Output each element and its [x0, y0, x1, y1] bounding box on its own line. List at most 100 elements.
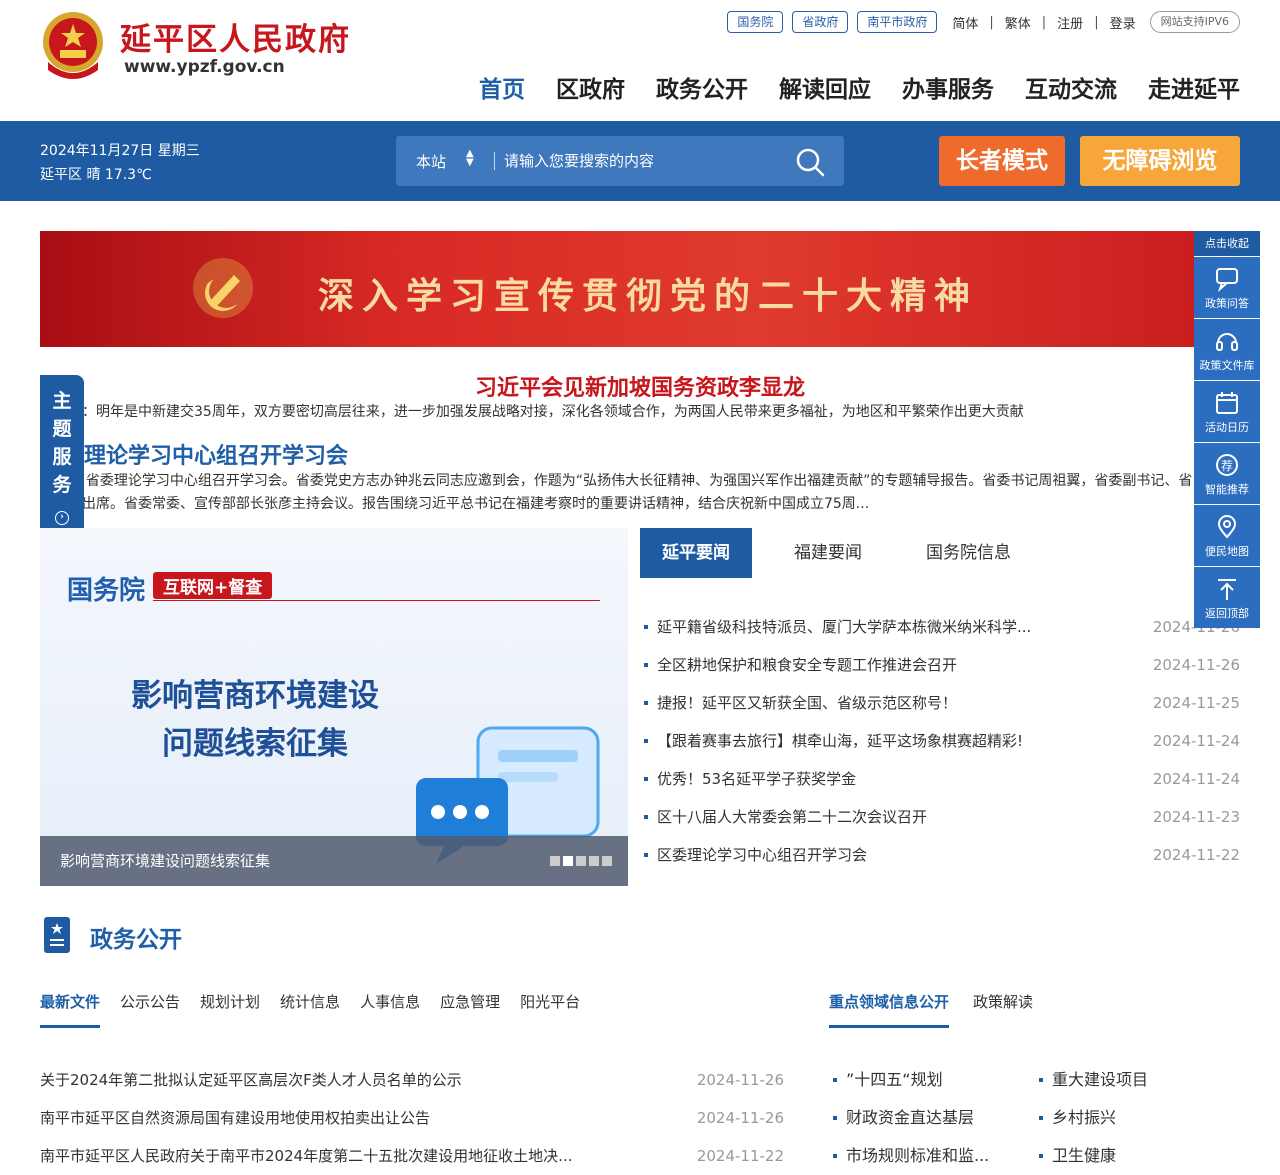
tab-statistics[interactable]: 统计信息 — [280, 990, 340, 1028]
nav-district-gov[interactable]: 区政府 — [556, 70, 625, 104]
slider-dot[interactable] — [602, 856, 612, 866]
search-input[interactable] — [504, 148, 784, 174]
news-date: 2024-11-24 — [1152, 732, 1240, 750]
policy-qa-label: 政策问答 — [1205, 297, 1249, 310]
list-item[interactable]: 延平籍省级科技特派员、厦门大学萨本栋微米纳米科学...2024-11-26 — [640, 608, 1240, 646]
activity-calendar-button[interactable]: 活动日历 — [1194, 380, 1260, 442]
doc-title[interactable]: 南平市延平区自然资源局国有建设用地使用权拍卖出让公告 — [40, 1099, 610, 1137]
news-title[interactable]: 【跟着赛事去旅行】棋牵山海，延平这场象棋赛超精彩! — [657, 722, 1077, 760]
slider-dot[interactable] — [576, 856, 586, 866]
news-title[interactable]: 优秀！53名延平学子获奖学金 — [657, 760, 1077, 798]
tab-latest-docs[interactable]: 最新文件 — [40, 990, 101, 1028]
headline-primary[interactable]: 习近平会见新加坡国务资政李显龙 — [0, 370, 1280, 402]
doc-title[interactable]: 南平市延平区人民政府关于南平市2024年度第二十五批次建设用地征收土地决... — [40, 1137, 610, 1175]
headline-secondary-summary: 25日，省委理论学习中心组召开学习会。省委党史方志办钟兆云同志应邀到会，作题为“… — [40, 473, 1193, 512]
doc-title[interactable]: 关于2024年第二批拟认定延平区高层次F类人才人员名单的公示 — [40, 1061, 610, 1099]
ipv6-badge: 网站支持IPV6 — [1149, 11, 1240, 33]
list-item[interactable]: 全区耕地保护和粮食安全专题工作推进会召开 2024-11-26 — [640, 646, 1240, 684]
image-slider[interactable]: 国务院 互联网+督查 影响营商环境建设 问题线索征集 影响营商环境建设问题线索征… — [40, 528, 628, 886]
tab-state-council-info[interactable]: 国务院信息 — [926, 528, 1011, 578]
map-pin-icon — [1217, 515, 1237, 539]
link-simplified[interactable]: 简体 — [952, 13, 978, 32]
list-item[interactable]: 捷报！延平区又斩获全国、省级示范区称号！ 2024-11-25 — [640, 684, 1240, 722]
nav-gov-affairs[interactable]: 政务公开 — [656, 70, 748, 104]
tab-announcements[interactable]: 公示公告 — [120, 990, 180, 1028]
list-item[interactable]: 南平市延平区自然资源局国有建设用地使用权拍卖出让公告 2024-11-26 — [40, 1099, 784, 1137]
slider-dot[interactable] — [550, 856, 560, 866]
tab-sunshine-platform[interactable]: 阳光平台 — [520, 990, 580, 1028]
key-area-link[interactable]: ”十四五“规划 — [829, 1061, 943, 1099]
main-nav: 首页 区政府 政务公开 解读回应 办事服务 互动交流 走进延平 — [448, 70, 1240, 104]
news-title[interactable]: 延平籍省级科技特派员、厦门大学萨本栋微米纳米科学... — [657, 608, 1077, 646]
party-emblem-icon — [193, 258, 253, 318]
headline-secondary[interactable]: 省委理论学习中心组召开学习会 — [40, 438, 348, 470]
list-item[interactable]: 区十八届人大常委会第二十二次会议召开 2024-11-23 — [640, 798, 1240, 836]
key-area-link[interactable]: 卫生健康 — [1035, 1137, 1116, 1175]
search-icon[interactable] — [794, 146, 826, 178]
tab-personnel[interactable]: 人事信息 — [360, 990, 420, 1028]
link-register[interactable]: 注册 — [1057, 13, 1083, 32]
recommend-icon: 荐 — [1216, 454, 1238, 476]
policy-library-button[interactable]: 政策文件库 — [1194, 318, 1260, 380]
banner-text: 深入学习宣传贯彻党的二十大精神 — [318, 275, 979, 317]
top-links: 国务院 省政府 南平市政府 简体 | 繁体 | 注册 | 登录 网站支持IPV6 — [727, 10, 1240, 34]
tab-plans[interactable]: 规划计划 — [200, 990, 260, 1028]
tab-policy-interpretation[interactable]: 政策解读 — [973, 990, 1033, 1028]
site-title[interactable]: 延平区人民政府 — [120, 14, 351, 59]
back-to-top-button[interactable]: 返回顶部 — [1194, 566, 1260, 628]
date-weather: 2024年11月27日 星期三 延平区 晴 17.3℃ — [40, 139, 200, 187]
tab-fujian-news[interactable]: 福建要闻 — [794, 528, 862, 578]
link-guowuyuan[interactable]: 国务院 — [727, 11, 784, 33]
list-item[interactable]: 关于2024年第二批拟认定延平区高层次F类人才人员名单的公示 2024-11-26 — [40, 1061, 784, 1099]
news-date: 2024-11-26 — [1152, 656, 1240, 674]
nav-about-yanping[interactable]: 走进延平 — [1148, 70, 1240, 104]
key-area-link[interactable]: 乡村振兴 — [1035, 1099, 1116, 1137]
link-login[interactable]: 登录 — [1110, 13, 1136, 32]
list-item[interactable]: 区委理论学习中心组召开学习会 2024-11-22 — [640, 836, 1240, 874]
tab-key-areas[interactable]: 重点领域信息公开 — [829, 990, 950, 1028]
elder-mode-button[interactable]: 长者模式 — [939, 136, 1065, 186]
news-title[interactable]: 全区耕地保护和粮食安全专题工作推进会召开 — [657, 646, 1077, 684]
slider-dot[interactable] — [589, 856, 599, 866]
list-item[interactable]: 南平市延平区人民政府关于南平市2024年度第二十五批次建设用地征收土地决... 2… — [40, 1137, 784, 1175]
key-area-link[interactable]: 市场规则标准和监... — [829, 1137, 989, 1175]
bullet — [644, 625, 648, 629]
slider-dot-active[interactable] — [563, 856, 573, 866]
list-item[interactable]: 【跟着赛事去旅行】棋牵山海，延平这场象棋赛超精彩! 2024-11-24 — [640, 722, 1240, 760]
list-item[interactable]: 优秀！53名延平学子获奖学金 2024-11-24 — [640, 760, 1240, 798]
doc-date: 2024-11-26 — [696, 1109, 784, 1127]
site-domain: www.ypzf.gov.cn — [124, 57, 285, 77]
section-title[interactable]: 政务公开 — [90, 920, 182, 954]
tab-yanping-news[interactable]: 延平要闻 — [640, 528, 752, 578]
news-title[interactable]: 捷报！延平区又斩获全国、省级示范区称号！ — [657, 684, 1077, 722]
policy-qa-button[interactable]: 政策问答 — [1194, 256, 1260, 318]
nav-interpretation[interactable]: 解读回应 — [779, 70, 871, 104]
nav-interaction[interactable]: 互动交流 — [1025, 70, 1117, 104]
link-nanping-gov[interactable]: 南平市政府 — [857, 11, 938, 33]
key-area-link[interactable]: 重大建设项目 — [1035, 1061, 1148, 1099]
accessibility-button[interactable]: 无障碍浏览 — [1080, 136, 1240, 186]
theme-service-label: 主题服务 — [52, 390, 72, 496]
nav-services[interactable]: 办事服务 — [902, 70, 994, 104]
sort-arrows-icon[interactable]: ▲ ▼ — [466, 149, 474, 168]
national-emblem-icon[interactable] — [40, 10, 106, 80]
calendar-icon — [1216, 392, 1238, 414]
collapse-toolbar-button[interactable]: 点击收起 — [1194, 231, 1260, 256]
tab-emergency[interactable]: 应急管理 — [440, 990, 500, 1028]
separator: | — [989, 14, 994, 30]
link-traditional[interactable]: 繁体 — [1005, 13, 1031, 32]
document-icon — [44, 917, 70, 953]
nav-home[interactable]: 首页 — [479, 70, 525, 104]
doc-date: 2024-11-26 — [696, 1071, 784, 1089]
theme-service-tab[interactable]: 主题服务 › — [40, 375, 84, 540]
news-title[interactable]: 区委理论学习中心组召开学习会 — [657, 836, 1077, 874]
news-date: 2024-11-25 — [1152, 694, 1240, 712]
bullet — [644, 663, 648, 667]
service-map-button[interactable]: 便民地图 — [1194, 504, 1260, 566]
search-scope-select[interactable]: 本站 — [416, 151, 446, 172]
topic-banner[interactable]: 深入学习宣传贯彻党的二十大精神 — [40, 231, 1240, 347]
smart-recommend-button[interactable]: 荐 智能推荐 — [1194, 442, 1260, 504]
key-area-link[interactable]: 财政资金直达基层 — [829, 1099, 974, 1137]
link-provincial-gov[interactable]: 省政府 — [792, 11, 849, 33]
news-title[interactable]: 区十八届人大常委会第二十二次会议召开 — [657, 798, 1077, 836]
